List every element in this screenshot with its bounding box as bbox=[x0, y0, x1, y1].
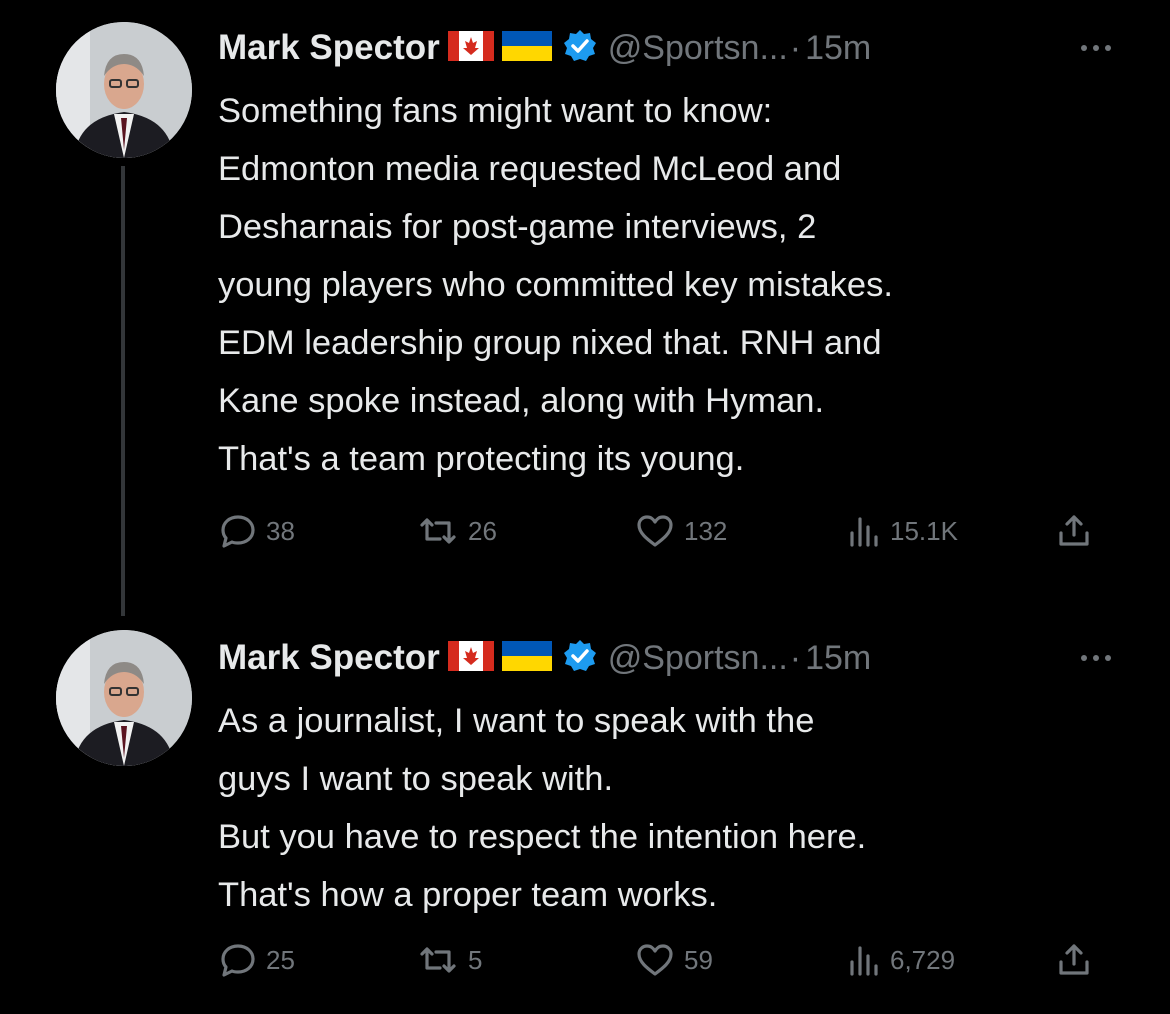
canada-flag-icon bbox=[447, 30, 494, 66]
reply-count: 25 bbox=[266, 944, 295, 975]
share-icon bbox=[1054, 940, 1094, 980]
views-button[interactable]: 6,729 bbox=[846, 938, 955, 982]
share-button[interactable] bbox=[1054, 509, 1094, 553]
retweet-count: 5 bbox=[468, 944, 483, 975]
avatar[interactable] bbox=[56, 22, 192, 158]
tweet-text: As a journalist, I want to speak with th… bbox=[218, 692, 1138, 924]
share-icon bbox=[1054, 511, 1094, 551]
like-button[interactable]: 132 bbox=[634, 509, 727, 553]
like-button[interactable]: 59 bbox=[634, 938, 713, 982]
ukraine-flag-icon bbox=[501, 30, 552, 66]
tweet-text-line: young players who committed key mistakes… bbox=[218, 266, 893, 304]
tweet-text-line: Something fans might want to know: bbox=[218, 92, 773, 130]
ukraine-flag-icon bbox=[501, 640, 552, 676]
tweet-text-line: Edmonton media requested McLeod and bbox=[218, 150, 842, 188]
tweet-text-line: guys I want to speak with. bbox=[218, 760, 614, 798]
views-count: 6,729 bbox=[890, 944, 956, 975]
reply-icon bbox=[218, 940, 258, 980]
views-chart-icon bbox=[846, 511, 882, 551]
tweet[interactable]: Mark Spector @Sportsn... · 15m bbox=[0, 610, 1170, 1014]
views-chart-icon bbox=[846, 940, 882, 980]
reply-icon bbox=[218, 511, 258, 551]
canada-flag-icon bbox=[447, 640, 494, 676]
tweet-text-line: But you have to respect the intention he… bbox=[218, 818, 867, 856]
reply-button[interactable]: 25 bbox=[218, 938, 295, 982]
separator-dot: · bbox=[789, 28, 802, 67]
more-options-icon[interactable] bbox=[1076, 28, 1116, 73]
like-count: 59 bbox=[684, 944, 713, 975]
tweet-text-line: Kane spoke instead, along with Hyman. bbox=[218, 382, 825, 420]
heart-icon bbox=[634, 940, 676, 980]
reply-button[interactable]: 38 bbox=[218, 509, 295, 553]
retweet-button[interactable]: 26 bbox=[416, 509, 497, 553]
tweet-header: Mark Spector @Sportsn... · 15m bbox=[218, 24, 1138, 72]
author-handle[interactable]: @Sportsn... bbox=[608, 639, 788, 678]
tweet-actions: 38 26 132 15.1K bbox=[218, 509, 1118, 553]
author-handle[interactable]: @Sportsn... bbox=[608, 29, 788, 68]
avatar[interactable] bbox=[56, 630, 192, 766]
tweet-text: Something fans might want to know: Edmon… bbox=[218, 82, 1138, 488]
tweet[interactable]: Mark Spector @Sportsn... · 15m bbox=[0, 0, 1170, 616]
tweet-text-line: As a journalist, I want to speak with th… bbox=[218, 702, 815, 740]
retweet-icon bbox=[416, 940, 460, 980]
tweet-header: Mark Spector @Sportsn... · 15m bbox=[218, 634, 1138, 682]
like-count: 132 bbox=[684, 515, 728, 546]
retweet-button[interactable]: 5 bbox=[416, 938, 482, 982]
tweet-text-line: Desharnais for post-game interviews, 2 bbox=[218, 208, 817, 246]
verified-badge-icon[interactable] bbox=[562, 638, 598, 679]
separator-dot: · bbox=[789, 638, 802, 677]
tweet-actions: 25 5 59 6,729 bbox=[218, 938, 1118, 982]
timestamp[interactable]: 15m bbox=[805, 639, 871, 678]
verified-badge-icon[interactable] bbox=[562, 28, 598, 69]
tweet-text-line: That's how a proper team works. bbox=[218, 876, 718, 914]
reply-count: 38 bbox=[266, 515, 295, 546]
heart-icon bbox=[634, 511, 676, 551]
timestamp[interactable]: 15m bbox=[805, 29, 871, 68]
author-name[interactable]: Mark Spector bbox=[218, 28, 440, 68]
views-count: 15.1K bbox=[890, 515, 958, 546]
tweet-text-line: EDM leadership group nixed that. RNH and bbox=[218, 324, 882, 362]
views-button[interactable]: 15.1K bbox=[846, 509, 958, 553]
retweet-count: 26 bbox=[468, 515, 497, 546]
more-options-icon[interactable] bbox=[1076, 638, 1116, 683]
share-button[interactable] bbox=[1054, 938, 1094, 982]
author-name[interactable]: Mark Spector bbox=[218, 638, 440, 678]
thread-connector-line bbox=[121, 166, 125, 616]
tweet-text-line: That's a team protecting its young. bbox=[218, 440, 745, 478]
retweet-icon bbox=[416, 511, 460, 551]
